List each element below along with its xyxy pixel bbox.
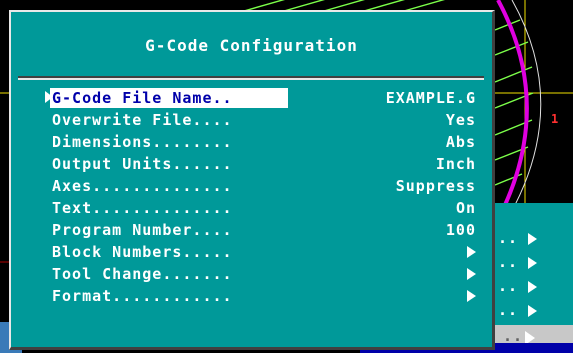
- gcode-configuration-dialog: G-Code Configuration G-Code File Name.. …: [9, 10, 495, 350]
- menu-item-value: Abs: [445, 133, 476, 151]
- menu-item-value: Yes: [445, 111, 476, 129]
- magenta-arc: [496, 0, 529, 206]
- menu-item-value: Suppress: [395, 177, 476, 195]
- menu-item-value: 100: [445, 221, 476, 239]
- submenu-arrow-icon: [467, 268, 476, 280]
- menu-item-tool-change[interactable]: Tool Change.......: [46, 263, 476, 285]
- menu-item-text[interactable]: Text.............. On: [46, 197, 476, 219]
- menu-item-label: Output Units......: [52, 155, 233, 173]
- menu-item-dimensions[interactable]: Dimensions........ Abs: [46, 131, 476, 153]
- menu-item-value: Inch: [435, 155, 476, 173]
- submenu-arrow-icon: [528, 232, 538, 245]
- submenu-arrow-icon: [467, 290, 476, 302]
- menu-item-gcode-file-name[interactable]: G-Code File Name.. EXAMPLE.G: [45, 87, 476, 109]
- menu-item-label: Axes..............: [52, 177, 233, 195]
- menu-item-label: Dimensions........: [52, 133, 233, 151]
- menu-item-label: Overwrite File....: [52, 111, 233, 129]
- menu-item-block-numbers[interactable]: Block Numbers.....: [46, 241, 476, 263]
- submenu-arrow-icon: [528, 304, 538, 317]
- title-divider: [18, 76, 484, 80]
- menu-item-value: EXAMPLE.G: [385, 89, 476, 107]
- menu-item-output-units[interactable]: Output Units...... Inch: [46, 153, 476, 175]
- submenu-arrow-icon: [467, 246, 476, 258]
- background-menu-item[interactable]: ..: [498, 275, 538, 297]
- menu-item-axes[interactable]: Axes.............. Suppress: [46, 175, 476, 197]
- menu-item-overwrite-file[interactable]: Overwrite File.... Yes: [46, 109, 476, 131]
- submenu-arrow-icon: [528, 256, 538, 269]
- menu-item-label: Block Numbers.....: [52, 243, 233, 261]
- menu-item-value: On: [455, 199, 476, 217]
- dialog-title: G-Code Configuration: [145, 36, 358, 55]
- dimension-marker: 1: [551, 112, 559, 126]
- background-menu-item[interactable]: ..: [498, 251, 538, 273]
- menu-item-format[interactable]: Format............: [46, 285, 476, 307]
- background-menu-item[interactable]: ..: [498, 299, 538, 321]
- menu-item-label: Text..............: [52, 199, 233, 217]
- menu-item-label: Format............: [52, 287, 233, 305]
- menu-item-label: Tool Change.......: [52, 265, 233, 283]
- menu-item-program-number[interactable]: Program Number.... 100: [46, 219, 476, 241]
- menu-item-label: Program Number....: [52, 221, 233, 239]
- submenu-arrow-icon: [528, 280, 538, 293]
- menu-item-label: G-Code File Name..: [52, 89, 233, 107]
- background-menu-item[interactable]: ..: [498, 227, 538, 249]
